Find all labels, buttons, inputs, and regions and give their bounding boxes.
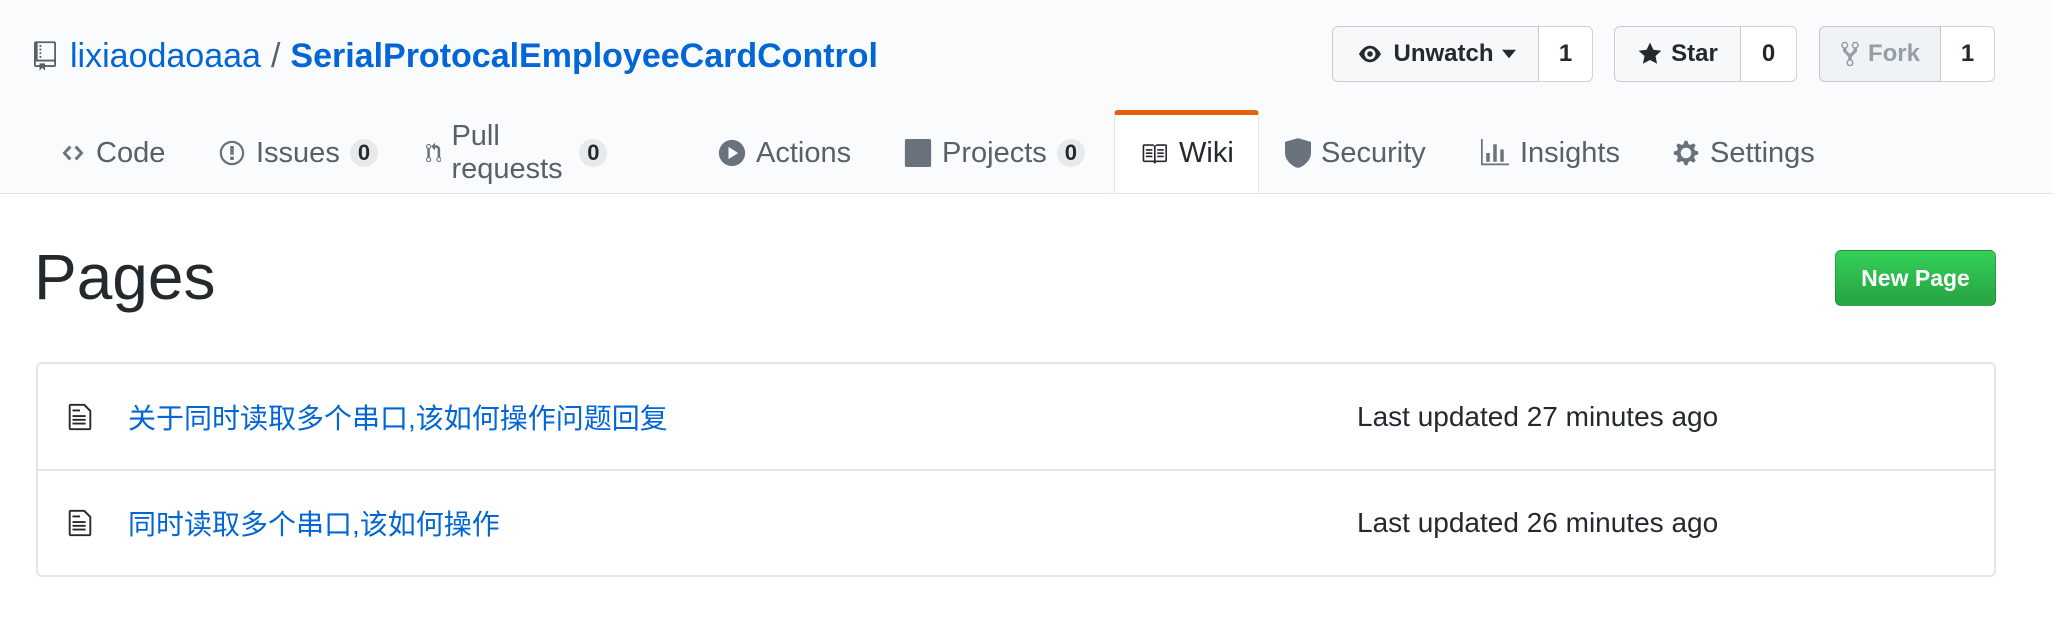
tab-settings-label: Settings	[1710, 136, 1815, 169]
star-button[interactable]: Star	[1614, 26, 1741, 82]
repo-owner-link[interactable]: lixiaodaoaaa	[70, 37, 261, 76]
star-group: Star 0	[1614, 26, 1797, 82]
tab-code-label: Code	[96, 136, 166, 169]
tab-issues[interactable]: Issues 0	[218, 112, 379, 194]
repo-forked-icon	[1841, 41, 1859, 67]
last-updated-text: Last updated 27 minutes ago	[1357, 401, 1719, 432]
list-item: 关于同时读取多个串口,该如何操作问题回复 Last updated 27 min…	[38, 364, 1994, 470]
projects-counter: 0	[1056, 139, 1086, 167]
tab-code[interactable]: Code	[60, 112, 165, 194]
issues-counter: 0	[349, 139, 379, 167]
unwatch-label: Unwatch	[1393, 40, 1494, 67]
tab-pull-requests-label: Pull requests	[451, 120, 563, 185]
tab-actions[interactable]: Actions	[718, 112, 851, 194]
wiki-pages-list: 关于同时读取多个串口,该如何操作问题回复 Last updated 27 min…	[36, 362, 1996, 577]
tab-pull-requests[interactable]: Pull requests 0	[426, 112, 608, 194]
unwatch-button[interactable]: Unwatch	[1332, 26, 1539, 82]
tab-settings[interactable]: Settings	[1672, 112, 1815, 194]
pull-requests-counter: 0	[579, 139, 608, 167]
shield-icon	[1285, 138, 1311, 168]
fork-group: Fork 1	[1819, 26, 1995, 82]
file-icon	[68, 509, 92, 537]
project-icon	[904, 139, 932, 167]
file-icon	[68, 403, 92, 431]
fork-button[interactable]: Fork	[1819, 26, 1941, 82]
play-icon	[718, 139, 746, 167]
caret-down-icon	[1501, 49, 1516, 59]
gear-icon	[1673, 140, 1699, 166]
page-title: Pages	[34, 241, 216, 313]
new-page-button[interactable]: New Page	[1835, 250, 1996, 306]
repo-name-link[interactable]: SerialProtocalEmployeeCardControl	[290, 37, 878, 76]
repo-title: lixiaodaoaaa / SerialProtocalEmployeeCar…	[34, 30, 878, 82]
repo-icon	[34, 41, 56, 71]
tab-projects-label: Projects	[942, 136, 1047, 169]
wiki-page-link[interactable]: 关于同时读取多个串口,该如何操作问题回复	[128, 397, 668, 437]
path-separator: /	[270, 36, 281, 75]
tab-insights-label: Insights	[1520, 136, 1620, 169]
list-item: 同时读取多个串口,该如何操作 Last updated 26 minutes a…	[38, 469, 1994, 575]
eye-icon	[1359, 45, 1382, 63]
tab-issues-label: Issues	[256, 136, 340, 169]
issue-icon	[219, 140, 245, 166]
tab-security[interactable]: Security	[1285, 112, 1426, 194]
tab-security-label: Security	[1321, 136, 1426, 169]
forks-count[interactable]: 1	[1941, 26, 1995, 82]
tab-wiki-label: Wiki	[1179, 137, 1234, 169]
watch-group: Unwatch 1	[1332, 26, 1593, 82]
tab-insights[interactable]: Insights	[1480, 112, 1620, 194]
star-label: Star	[1671, 40, 1718, 67]
fork-label: Fork	[1867, 40, 1920, 67]
git-pull-request-icon	[426, 142, 442, 163]
stargazers-count[interactable]: 0	[1741, 26, 1797, 82]
graph-icon	[1481, 139, 1509, 166]
wiki-page-link[interactable]: 同时读取多个串口,该如何操作	[128, 503, 500, 543]
code-icon	[62, 145, 84, 161]
last-updated-text: Last updated 26 minutes ago	[1357, 507, 1719, 538]
tab-projects[interactable]: Projects 0	[904, 112, 1086, 194]
tab-actions-label: Actions	[756, 136, 852, 169]
repo-header: lixiaodaoaaa / SerialProtocalEmployeeCar…	[0, 0, 2052, 194]
book-icon	[1142, 143, 1167, 164]
watchers-count[interactable]: 1	[1539, 26, 1593, 82]
star-icon	[1638, 42, 1662, 64]
tab-wiki[interactable]: Wiki	[1114, 110, 1259, 193]
